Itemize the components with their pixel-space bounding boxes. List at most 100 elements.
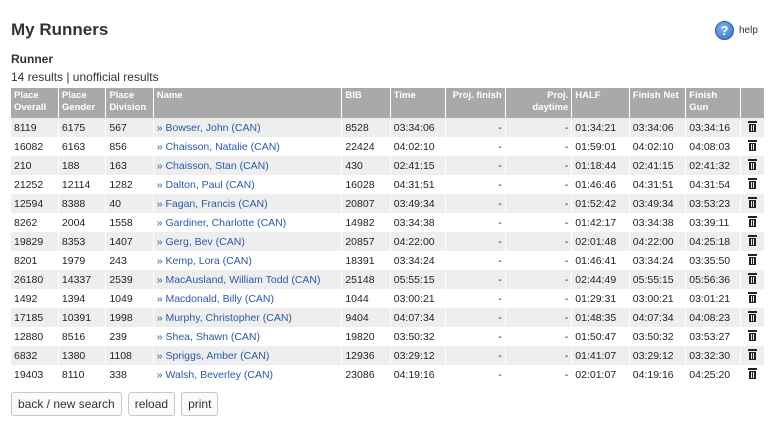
col-finish-net[interactable]: Finish Net <box>629 88 687 118</box>
col-name[interactable]: Name <box>153 88 343 118</box>
runner-link[interactable]: » Gardiner, Charlotte (CAN) <box>157 217 287 229</box>
trash-icon[interactable] <box>747 291 757 303</box>
trash-icon[interactable] <box>747 234 757 246</box>
cell-finish-gun: 04:25:20 <box>685 365 741 384</box>
cell-time: 04:19:16 <box>390 365 447 384</box>
col-half[interactable]: HALF <box>571 88 630 118</box>
cell-place-overall: 12880 <box>11 327 59 346</box>
runner-link[interactable]: » Murphy, Christopher (CAN) <box>157 312 292 324</box>
runner-link[interactable]: » Walsh, Beverley (CAN) <box>157 369 273 381</box>
cell-place-gender: 8353 <box>58 232 107 251</box>
runner-link[interactable]: » Shea, Shawn (CAN) <box>157 331 260 343</box>
table-row: 17185 10391 1998» Murphy, Christopher (CAN… <box>11 308 766 327</box>
cell-runner-name: » Shea, Shawn (CAN) <box>153 327 343 346</box>
cell-finish-gun: 04:31:54 <box>685 175 741 194</box>
cell-finish-gun: 03:53:27 <box>685 327 741 346</box>
cell-place-overall: 21252 <box>11 175 59 194</box>
cell-proj-daytime: - <box>505 327 573 346</box>
trash-icon[interactable] <box>747 158 757 170</box>
trash-icon[interactable] <box>747 120 757 132</box>
cell-finish-gun: 03:53:23 <box>685 194 741 213</box>
reload-button[interactable]: reload <box>127 392 176 416</box>
cell-proj-finish: - <box>445 213 506 232</box>
trash-icon[interactable] <box>747 348 757 360</box>
col-actions <box>740 88 766 118</box>
action-buttons: back / new search reload print <box>11 392 219 416</box>
trash-icon[interactable] <box>747 310 757 322</box>
cell-half-split: 01:41:07 <box>571 346 630 365</box>
cell-proj-finish: - <box>445 118 506 137</box>
runner-link[interactable]: » Bowser, John (CAN) <box>157 122 261 134</box>
cell-runner-name: » MacAusland, William Todd (CAN) <box>153 270 343 289</box>
table-row: 8201 1979 243» Kemp, Lora (CAN) 18391 03:34:… <box>11 251 766 270</box>
cell-time: 03:50:32 <box>390 327 447 346</box>
cell-place-gender: 10391 <box>58 308 107 327</box>
cell-time: 05:55:15 <box>390 270 447 289</box>
cell-half-split: 01:52:42 <box>571 194 630 213</box>
runner-link[interactable]: » Dalton, Paul (CAN) <box>157 179 255 191</box>
cell-time: 02:41:15 <box>390 156 447 175</box>
trash-icon[interactable] <box>747 177 757 189</box>
runner-link[interactable]: » Chaisson, Natalie (CAN) <box>157 141 280 153</box>
trash-icon[interactable] <box>747 329 757 341</box>
cell-finish-gun: 04:25:18 <box>685 232 741 251</box>
cell-time: 03:49:34 <box>390 194 447 213</box>
col-place-division[interactable]: Place Division <box>105 88 154 118</box>
cell-time: 04:31:51 <box>390 175 447 194</box>
cell-half-split: 01:18:44 <box>571 156 630 175</box>
table-row: 210 188 163» Chaisson, Stan (CAN) 430 02:41:… <box>11 156 766 175</box>
trash-icon[interactable] <box>747 367 757 379</box>
results-table: Place Overall Place Gender Place Divisio… <box>11 88 766 384</box>
col-proj-daytime[interactable]: Proj. daytime <box>505 88 573 118</box>
cell-actions <box>740 308 766 327</box>
cell-runner-name: » Murphy, Christopher (CAN) <box>153 308 343 327</box>
runner-link[interactable]: » Kemp, Lora (CAN) <box>157 255 252 267</box>
cell-place-division: 243 <box>105 251 154 270</box>
col-place-gender[interactable]: Place Gender <box>58 88 107 118</box>
cell-proj-daytime: - <box>505 118 573 137</box>
trash-icon[interactable] <box>747 215 757 227</box>
runner-link[interactable]: » Spriggs, Amber (CAN) <box>157 350 270 362</box>
trash-icon[interactable] <box>747 196 757 208</box>
table-row: 16082 6163 856» Chaisson, Natalie (CAN) 224… <box>11 137 766 156</box>
cell-finish-gun: 02:41:32 <box>685 156 741 175</box>
cell-proj-daytime: - <box>505 251 573 270</box>
cell-bib: 12936 <box>341 346 391 365</box>
cell-place-gender: 6175 <box>58 118 107 137</box>
col-proj-finish[interactable]: Proj. finish <box>445 88 506 118</box>
cell-place-division: 856 <box>105 137 154 156</box>
cell-actions <box>740 251 766 270</box>
col-bib[interactable]: BIB <box>341 88 391 118</box>
cell-proj-finish: - <box>445 156 506 175</box>
cell-finish-net: 03:00:21 <box>629 289 687 308</box>
table-row: 8119 6175 567» Bowser, John (CAN) 8528 03:34… <box>11 118 766 137</box>
runner-link[interactable]: » Macdonald, Billy (CAN) <box>157 293 274 305</box>
cell-half-split: 01:42:17 <box>571 213 630 232</box>
col-place-overall[interactable]: Place Overall <box>11 88 59 118</box>
cell-place-division: 1998 <box>105 308 154 327</box>
cell-proj-finish: - <box>445 175 506 194</box>
help-button[interactable]: ? help <box>715 21 758 40</box>
runner-link[interactable]: » Gerg, Bev (CAN) <box>157 236 245 248</box>
trash-icon[interactable] <box>747 272 757 284</box>
print-button[interactable]: print <box>181 392 219 416</box>
trash-icon[interactable] <box>747 253 757 265</box>
cell-runner-name: » Gardiner, Charlotte (CAN) <box>153 213 343 232</box>
trash-icon[interactable] <box>747 139 757 151</box>
cell-actions <box>740 327 766 346</box>
cell-finish-net: 03:34:24 <box>629 251 687 270</box>
cell-bib: 8528 <box>341 118 391 137</box>
cell-half-split: 02:44:49 <box>571 270 630 289</box>
runner-link[interactable]: » Chaisson, Stan (CAN) <box>157 160 269 172</box>
col-finish-gun[interactable]: Finish Gun <box>685 88 741 118</box>
cell-runner-name: » Spriggs, Amber (CAN) <box>153 346 343 365</box>
cell-proj-daytime: - <box>505 270 573 289</box>
cell-finish-gun: 03:35:50 <box>685 251 741 270</box>
back-new-search-button[interactable]: back / new search <box>11 392 122 416</box>
cell-bib: 14982 <box>341 213 391 232</box>
col-time[interactable]: Time <box>390 88 447 118</box>
runner-link[interactable]: » MacAusland, William Todd (CAN) <box>157 274 321 286</box>
table-row: 26180 14337 2539» MacAusland, William Todd… <box>11 270 766 289</box>
runner-link[interactable]: » Fagan, Francis (CAN) <box>157 198 268 210</box>
cell-finish-gun: 05:56:36 <box>685 270 741 289</box>
